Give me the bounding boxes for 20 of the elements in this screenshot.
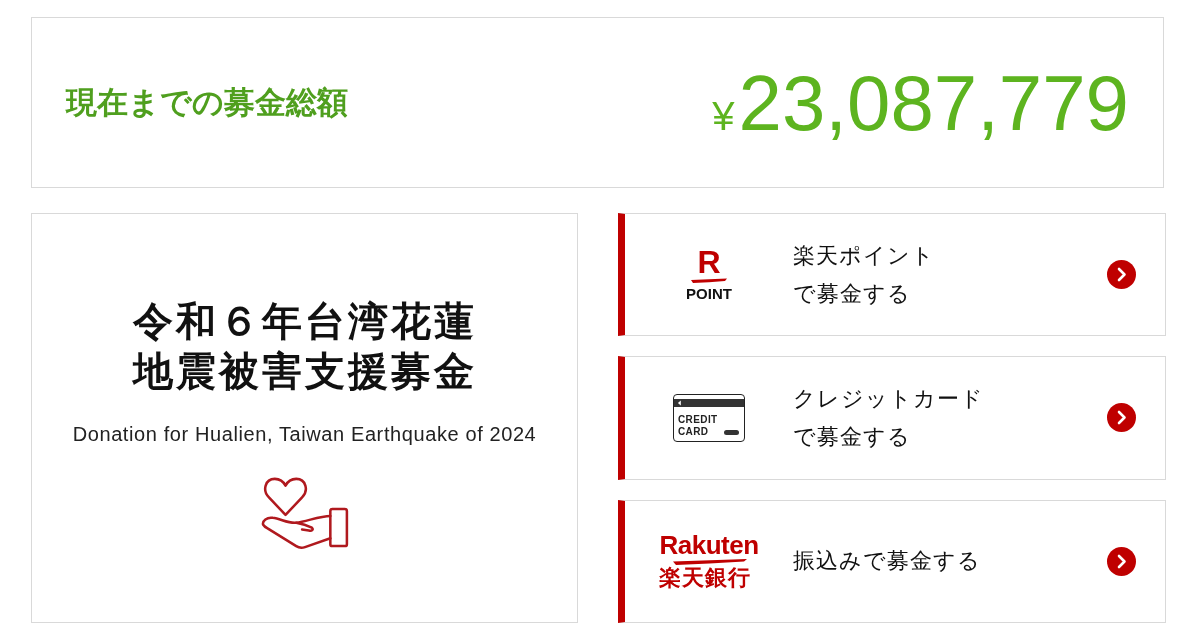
logo-wordmark: POINT [686, 286, 732, 303]
logo-wordmark: Rakuten [659, 531, 759, 558]
chevron-right-icon[interactable] [1107, 260, 1136, 290]
campaign-subtitle: Donation for Hualien, Taiwan Earthquake of 2024 [72, 422, 537, 447]
logo-wordmark: 楽天銀行 [659, 564, 752, 591]
chevron-right-icon[interactable] [1107, 403, 1136, 433]
currency-symbol: ¥ [712, 95, 735, 136]
swoosh-icon [691, 278, 727, 284]
swoosh-icon [673, 558, 748, 565]
option-link[interactable]: クレジットカード で募金する [793, 380, 1107, 456]
total-amount: 23,087,779 [738, 63, 1129, 142]
card-logo-text: CREDIT CARD [678, 414, 718, 438]
chevron-right-icon[interactable] [1107, 546, 1136, 576]
option-link[interactable]: 楽天ポイント で募金する [793, 236, 1107, 313]
total-label: 現在までの募金総額 [66, 83, 348, 122]
campaign-title: 令和６年台湾花蓮 地震被害支援募金 [132, 297, 477, 396]
card-stripe [674, 399, 744, 407]
pill-icon [724, 430, 739, 435]
logo-letter: R [697, 247, 721, 278]
option-link[interactable]: 振込みで募金する [793, 542, 1107, 581]
